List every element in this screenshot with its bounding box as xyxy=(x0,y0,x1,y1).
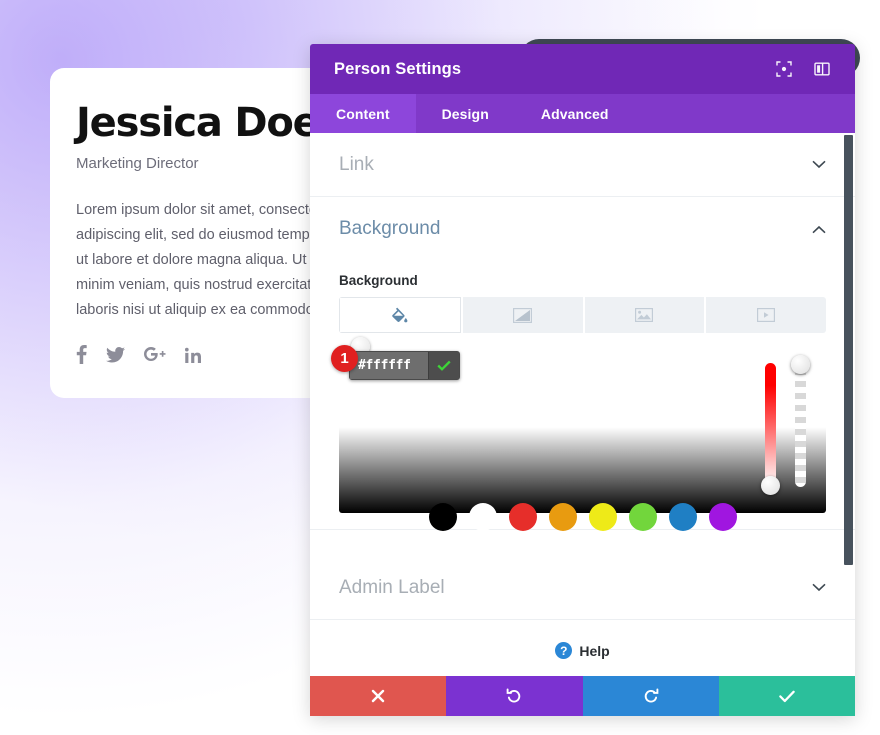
section-admin-label-text: Admin Label xyxy=(339,577,812,599)
linkedin-icon[interactable] xyxy=(185,347,201,363)
color-picker: 1 xyxy=(339,341,826,513)
cancel-button[interactable] xyxy=(310,676,446,716)
tab-design[interactable]: Design xyxy=(416,94,515,133)
save-button[interactable] xyxy=(719,676,855,716)
chevron-up-icon xyxy=(812,225,826,234)
swatch-green[interactable] xyxy=(629,503,657,531)
google-plus-icon[interactable] xyxy=(144,347,166,362)
twitter-icon[interactable] xyxy=(106,347,125,363)
swatch-white[interactable] xyxy=(469,503,497,531)
hex-input-group xyxy=(349,351,460,380)
hex-color-input[interactable] xyxy=(350,352,428,379)
help-label[interactable]: Help xyxy=(579,643,609,659)
swatch-blue[interactable] xyxy=(669,503,697,531)
hex-confirm-button[interactable] xyxy=(428,352,459,379)
modal-header: Person Settings xyxy=(310,44,855,94)
background-color-tab[interactable] xyxy=(339,297,461,333)
hue-slider[interactable] xyxy=(765,363,776,487)
help-row: ? Help xyxy=(310,620,855,676)
redo-button[interactable] xyxy=(583,676,719,716)
section-background-label: Background xyxy=(339,218,812,240)
background-field-label: Background xyxy=(339,273,826,288)
undo-button[interactable] xyxy=(446,676,582,716)
video-icon xyxy=(757,308,775,322)
swatch-black[interactable] xyxy=(429,503,457,531)
page-title: Person Settings xyxy=(334,60,757,79)
fullscreen-icon[interactable] xyxy=(773,58,795,80)
person-settings-modal: Person Settings Content Design Advanced … xyxy=(310,44,855,716)
hue-slider-handle[interactable] xyxy=(761,476,780,495)
modal-scrollbar-thumb[interactable] xyxy=(844,135,853,565)
checkmark-icon xyxy=(779,690,795,703)
undo-icon xyxy=(506,688,522,704)
help-icon[interactable]: ? xyxy=(555,642,572,659)
modal-scrollbar[interactable] xyxy=(844,133,853,676)
background-image-tab[interactable] xyxy=(585,297,705,333)
swatch-red[interactable] xyxy=(509,503,537,531)
section-link-label: Link xyxy=(339,154,812,176)
step-badge: 1 xyxy=(331,345,358,372)
color-swatch-row xyxy=(339,503,826,531)
modal-footer xyxy=(310,676,855,716)
facebook-icon[interactable] xyxy=(76,345,87,364)
close-icon xyxy=(371,689,385,703)
section-admin-label[interactable]: Admin Label xyxy=(310,556,855,620)
background-video-tab[interactable] xyxy=(706,297,826,333)
paint-bucket-icon xyxy=(391,307,408,324)
alpha-slider-handle[interactable] xyxy=(791,355,810,374)
section-background[interactable]: Background xyxy=(310,197,855,261)
layout-toggle-icon[interactable] xyxy=(811,58,833,80)
chevron-down-icon xyxy=(812,160,826,169)
tab-content[interactable]: Content xyxy=(310,94,416,133)
modal-tab-bar: Content Design Advanced xyxy=(310,94,855,133)
alpha-slider[interactable] xyxy=(795,363,806,487)
image-icon xyxy=(635,308,653,322)
swatch-purple[interactable] xyxy=(709,503,737,531)
chevron-down-icon xyxy=(812,583,826,592)
section-link[interactable]: Link xyxy=(310,133,855,197)
modal-body: Link Background Background xyxy=(310,133,855,676)
tab-advanced[interactable]: Advanced xyxy=(515,94,635,133)
gradient-icon xyxy=(513,308,532,323)
swatch-orange[interactable] xyxy=(549,503,577,531)
swatch-yellow[interactable] xyxy=(589,503,617,531)
background-settings-panel: Background xyxy=(310,261,855,530)
redo-icon xyxy=(643,688,659,704)
background-type-tabs xyxy=(339,297,826,333)
background-gradient-tab[interactable] xyxy=(463,297,583,333)
